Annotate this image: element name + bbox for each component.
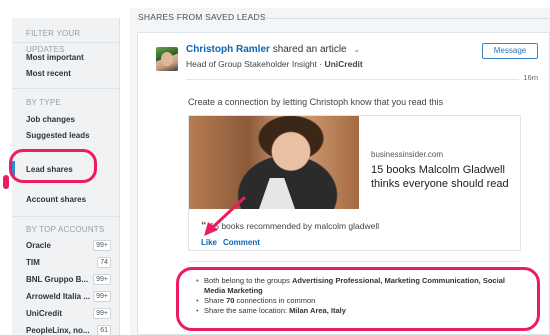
- annotation-arrow-icon: [204, 196, 246, 236]
